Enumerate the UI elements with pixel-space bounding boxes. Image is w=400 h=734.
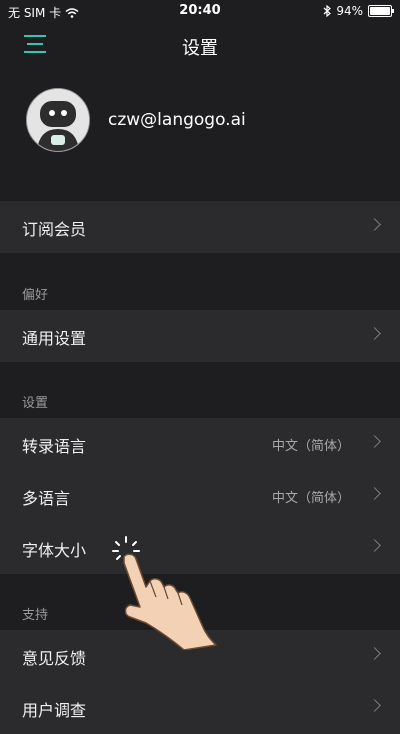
- multilingual-label: 多语言: [22, 489, 71, 508]
- chevron-right-icon: [368, 218, 381, 231]
- status-right: 94%: [323, 4, 394, 18]
- transcription-language-label: 转录语言: [22, 437, 87, 456]
- user-email: czw@langogo.ai: [108, 110, 246, 130]
- chevron-right-icon: [368, 699, 381, 712]
- transcription-language-value: 中文（简体）: [271, 439, 350, 454]
- tap-hand-icon: [112, 536, 217, 650]
- subscription-label: 订阅会员: [22, 220, 87, 239]
- general-settings-row[interactable]: 通用设置: [0, 310, 400, 362]
- multilingual-row[interactable]: 多语言 中文（简体）: [0, 470, 400, 522]
- survey-label: 用户调查: [22, 701, 87, 720]
- status-bar: 无 SIM 卡 20:40 94%: [0, 0, 400, 22]
- profile-card[interactable]: czw@langogo.ai: [26, 88, 246, 152]
- chevron-right-icon: [368, 435, 381, 448]
- avatar[interactable]: [26, 88, 90, 152]
- general-settings-label: 通用设置: [22, 329, 87, 348]
- multilingual-value: 中文（简体）: [271, 491, 350, 506]
- chevron-right-icon: [368, 327, 381, 340]
- transcription-language-row[interactable]: 转录语言 中文（简体）: [0, 418, 400, 470]
- battery-percent: 94%: [336, 4, 363, 18]
- subscription-row[interactable]: 订阅会员: [0, 201, 400, 253]
- font-size-label: 字体大小: [22, 541, 87, 560]
- feedback-label: 意见反馈: [22, 649, 87, 668]
- chevron-right-icon: [368, 539, 381, 552]
- nav-bar: 设置: [0, 22, 400, 66]
- section-header-settings: 设置: [22, 396, 49, 411]
- survey-row[interactable]: 用户调查: [0, 682, 400, 734]
- section-header-preferences: 偏好: [22, 288, 49, 303]
- chevron-right-icon: [368, 647, 381, 660]
- chevron-right-icon: [368, 487, 381, 500]
- section-header-support: 支持: [22, 608, 49, 623]
- battery-icon: [368, 5, 394, 17]
- robot-avatar-icon: [27, 89, 89, 151]
- bluetooth-icon: [323, 5, 332, 17]
- page-title: 设置: [182, 38, 218, 59]
